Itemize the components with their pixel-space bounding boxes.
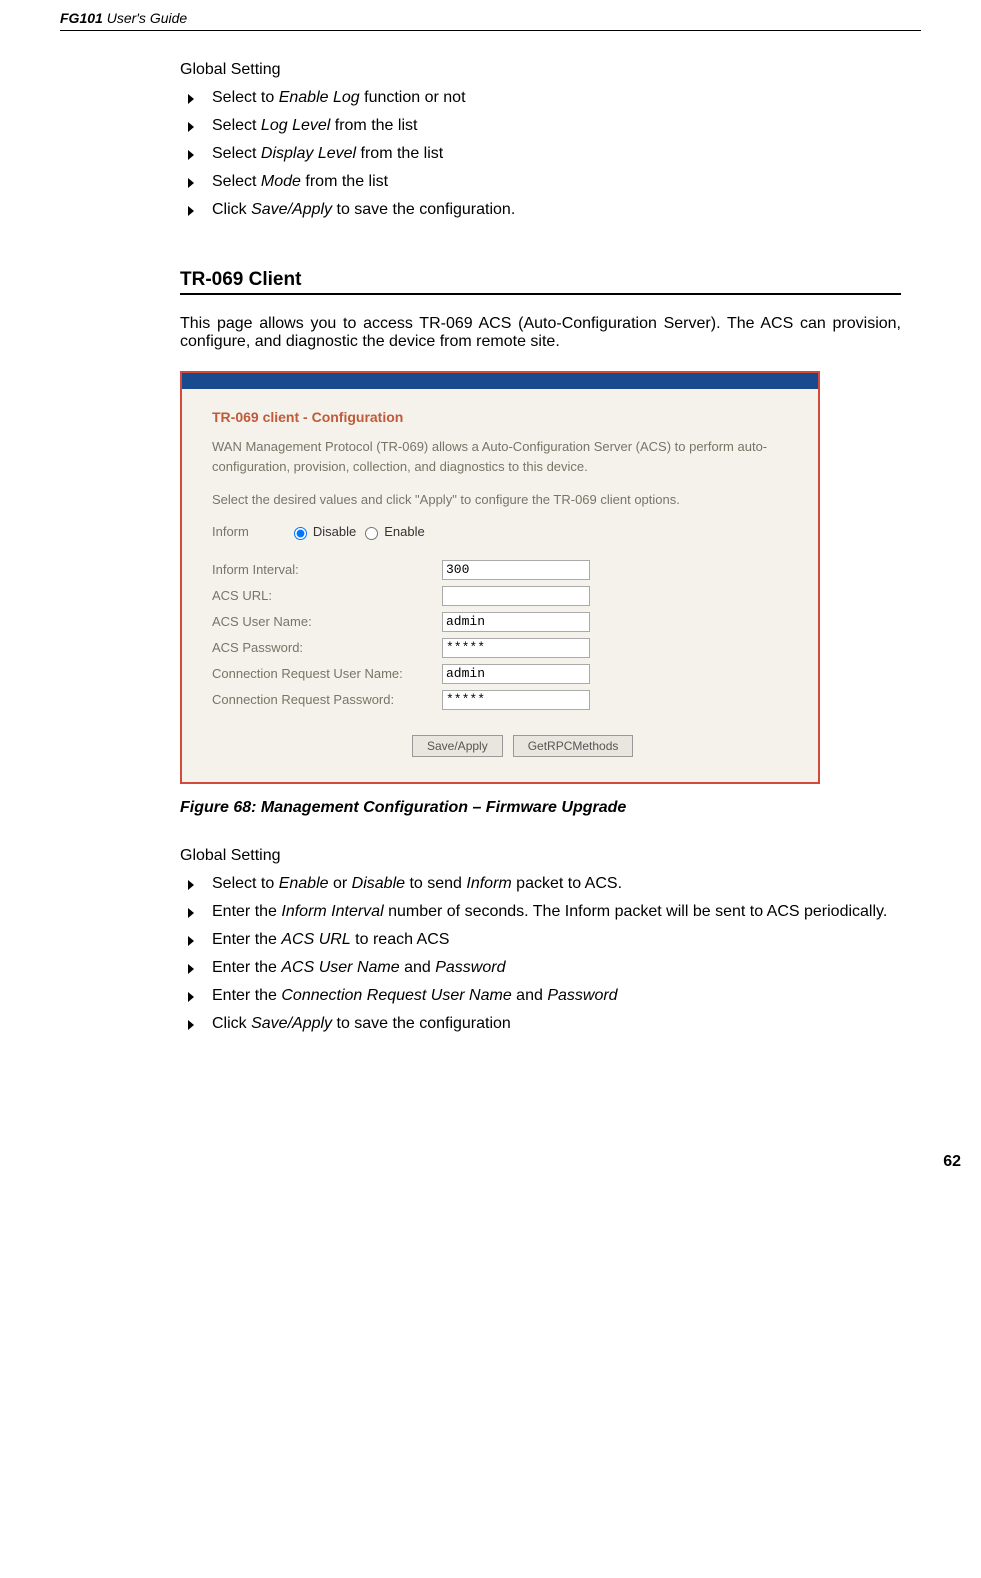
- label-acs-user: ACS User Name:: [212, 614, 442, 629]
- row-acs-pass: ACS Password:: [212, 638, 788, 658]
- row-acs-url: ACS URL:: [212, 586, 788, 606]
- bullet-list-2: Select to Enable or Disable to send Info…: [180, 875, 901, 1033]
- bullet-list-1: Select to Enable Log function or not Sele…: [180, 89, 901, 219]
- figure-caption: Figure 68: Management Configuration – Fi…: [180, 799, 901, 817]
- list-item: Enter the Inform Interval number of seco…: [180, 903, 901, 921]
- header-model: FG101: [60, 10, 103, 26]
- figure-title: TR-069 client - Configuration: [212, 409, 788, 425]
- list-item: Select Log Level from the list: [180, 117, 901, 135]
- input-acs-user[interactable]: [442, 612, 590, 632]
- list-item: Click Save/Apply to save the configurati…: [180, 201, 901, 219]
- list-item: Enter the ACS User Name and Password: [180, 959, 901, 977]
- input-cr-pass[interactable]: [442, 690, 590, 710]
- label-cr-pass: Connection Request Password:: [212, 692, 442, 707]
- getrpc-button[interactable]: GetRPCMethods: [513, 735, 634, 757]
- input-inform-interval[interactable]: [442, 560, 590, 580]
- list-item: Enter the Connection Request User Name a…: [180, 987, 901, 1005]
- intro-paragraph: This page allows you to access TR-069 AC…: [180, 315, 901, 351]
- label-cr-user: Connection Request User Name:: [212, 666, 442, 681]
- input-cr-user[interactable]: [442, 664, 590, 684]
- list-item: Click Save/Apply to save the configurati…: [180, 1015, 901, 1033]
- figure-desc-2: Select the desired values and click "App…: [212, 490, 788, 510]
- page-number: 62: [60, 1153, 961, 1171]
- list-item: Select Mode from the list: [180, 173, 901, 191]
- label-acs-url: ACS URL:: [212, 588, 442, 603]
- page-header: FG101 User's Guide: [60, 10, 921, 31]
- section-title-1: Global Setting: [180, 61, 901, 79]
- radio-enable-label: Enable: [384, 524, 424, 539]
- header-text: FG101 User's Guide: [60, 10, 187, 26]
- button-row: Save/Apply GetRPCMethods: [412, 735, 788, 757]
- figure-desc-1: WAN Management Protocol (TR-069) allows …: [212, 437, 788, 476]
- row-inform-interval: Inform Interval:: [212, 560, 788, 580]
- radio-enable[interactable]: [365, 527, 378, 540]
- radio-disable-label: Disable: [313, 524, 356, 539]
- list-item: Select to Enable or Disable to send Info…: [180, 875, 901, 893]
- list-item: Select Display Level from the list: [180, 145, 901, 163]
- header-rest: User's Guide: [103, 10, 187, 26]
- figure-topbar: [182, 373, 818, 389]
- figure-body: TR-069 client - Configuration WAN Manage…: [182, 389, 818, 782]
- list-item: Select to Enable Log function or not: [180, 89, 901, 107]
- input-acs-url[interactable]: [442, 586, 590, 606]
- row-acs-user: ACS User Name:: [212, 612, 788, 632]
- figure-68: TR-069 client - Configuration WAN Manage…: [180, 371, 901, 784]
- label-acs-pass: ACS Password:: [212, 640, 442, 655]
- inform-label: Inform: [212, 524, 249, 539]
- input-acs-pass[interactable]: [442, 638, 590, 658]
- inform-row: Inform Disable Enable: [212, 524, 788, 540]
- radio-disable[interactable]: [294, 527, 307, 540]
- inform-radio-group: Disable Enable: [289, 524, 425, 540]
- row-cr-pass: Connection Request Password:: [212, 690, 788, 710]
- list-item: Enter the ACS URL to reach ACS: [180, 931, 901, 949]
- save-apply-button[interactable]: Save/Apply: [412, 735, 503, 757]
- heading-tr069: TR-069 Client: [180, 269, 901, 295]
- figure-container: TR-069 client - Configuration WAN Manage…: [180, 371, 820, 784]
- row-cr-user: Connection Request User Name:: [212, 664, 788, 684]
- label-inform-interval: Inform Interval:: [212, 562, 442, 577]
- section-title-2: Global Setting: [180, 847, 901, 865]
